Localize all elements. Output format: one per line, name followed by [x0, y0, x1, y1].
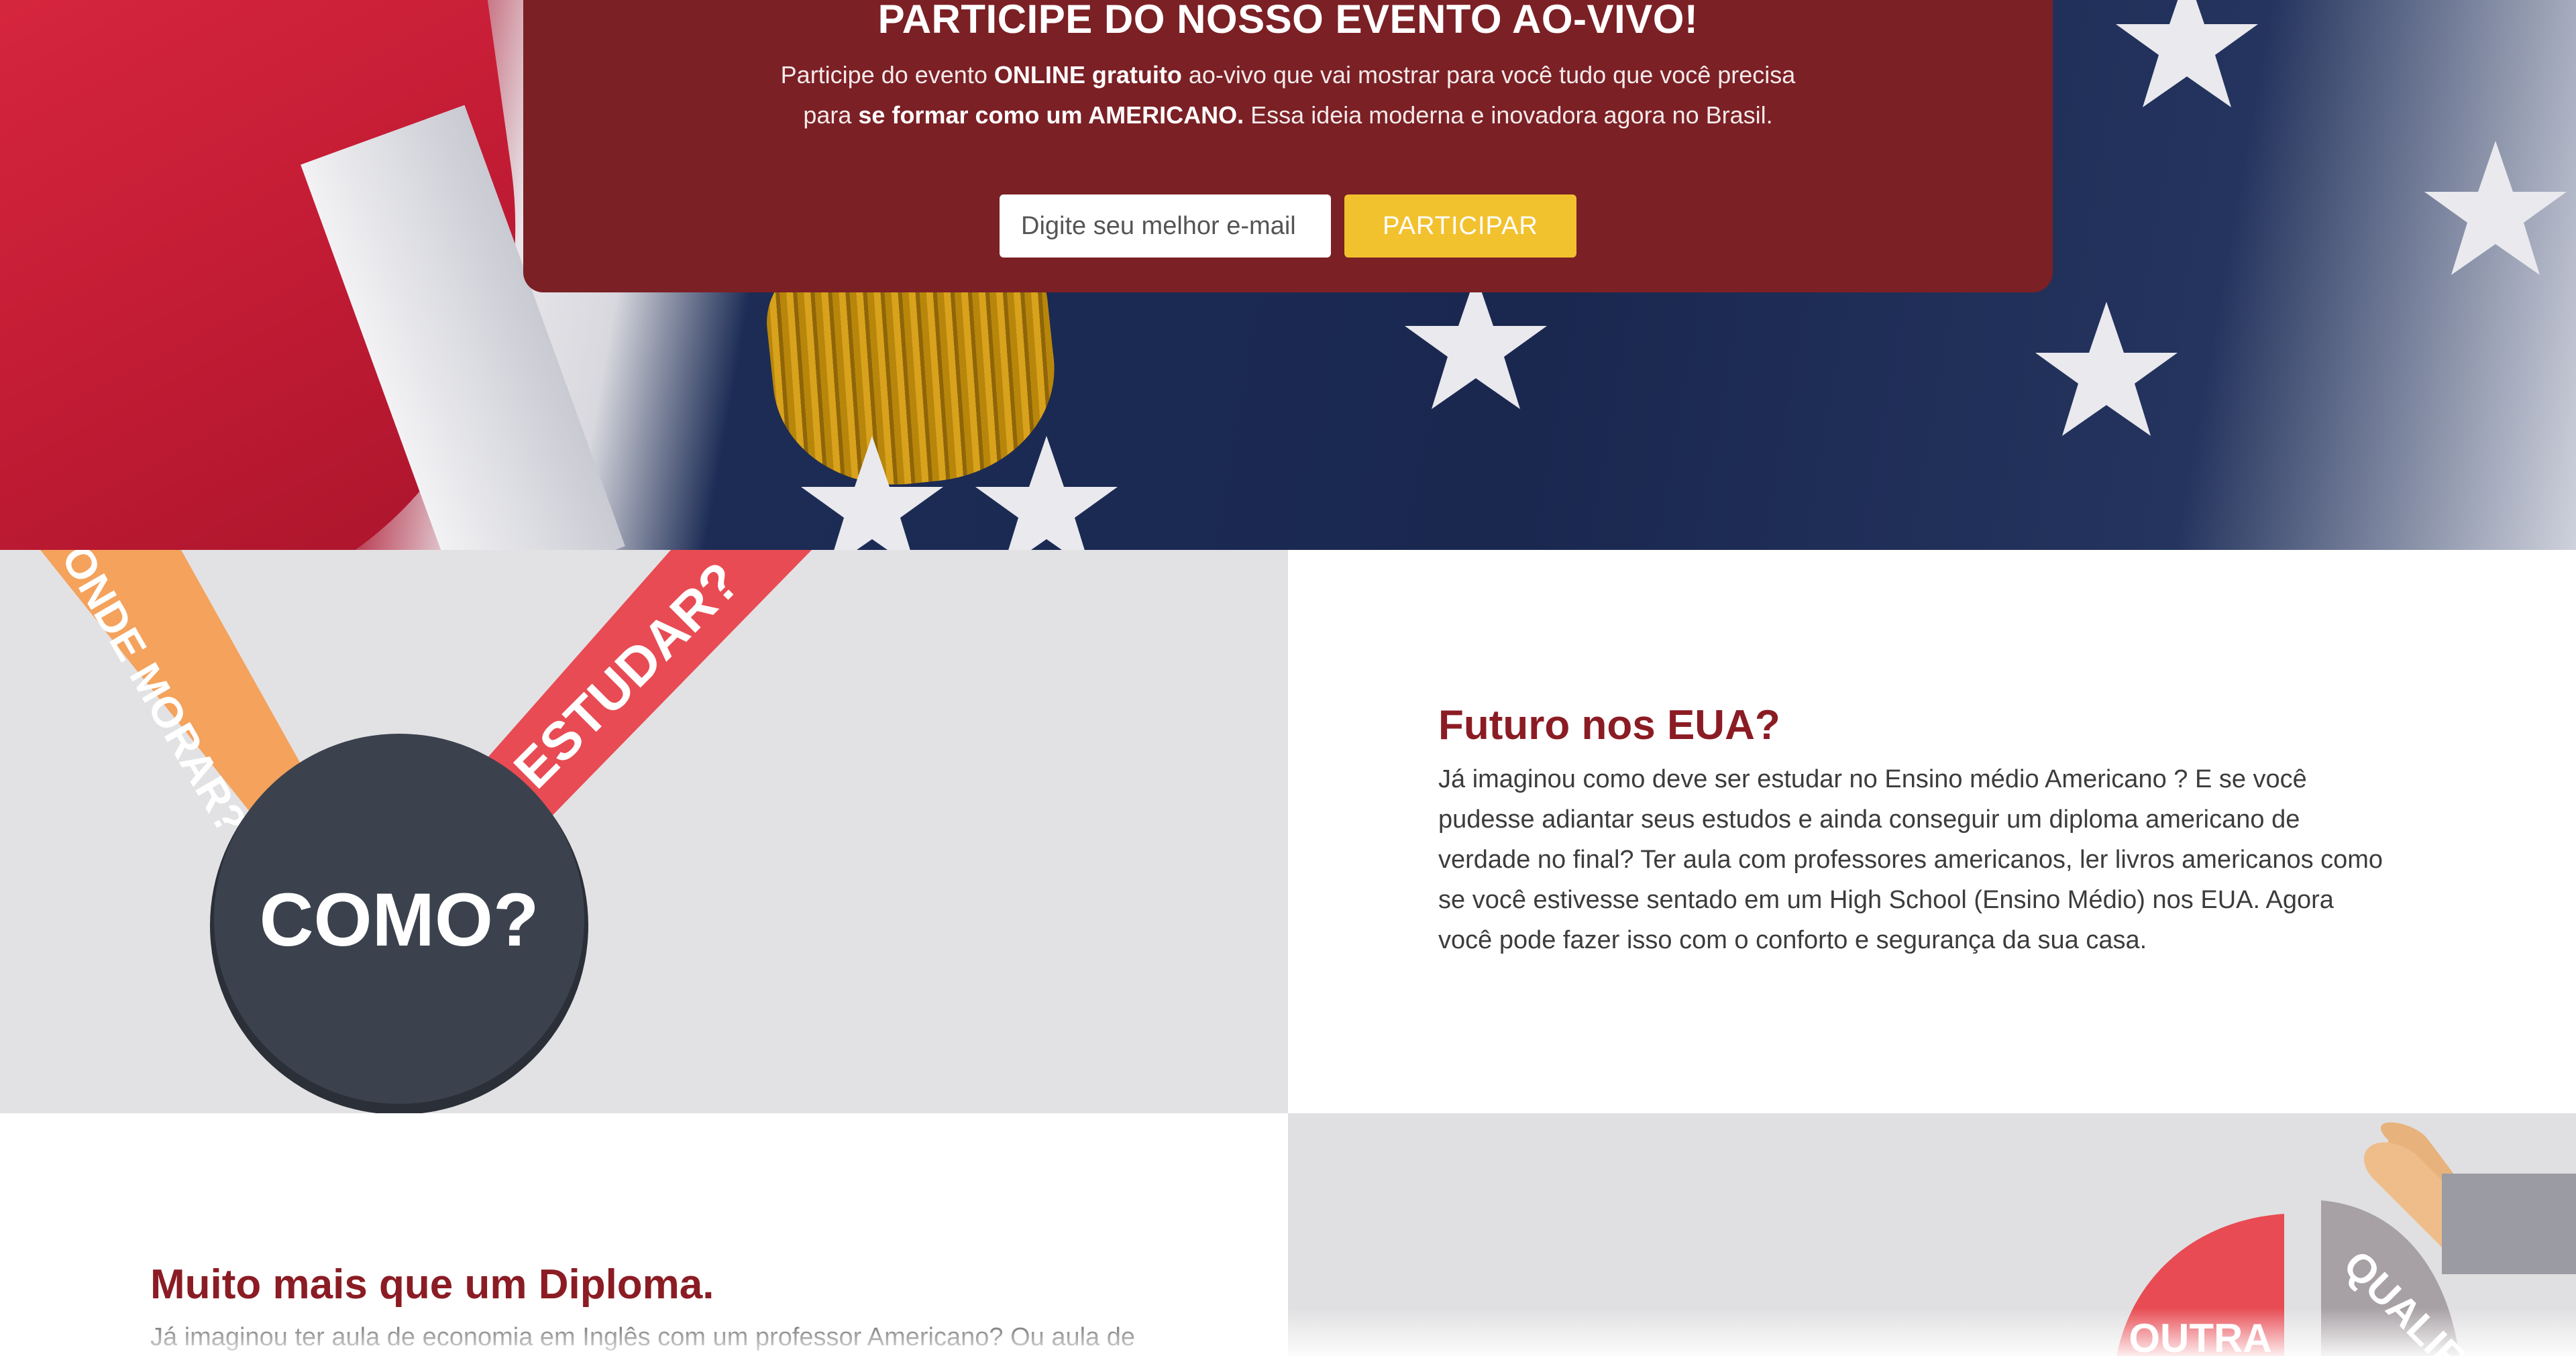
ribbon-estudar-label: ESTUDAR?: [502, 551, 751, 799]
qualificacao-illustration: OUTRA QUALIFI: [1288, 1113, 2576, 1356]
event-description: Participe do evento ONLINE gratuito ao-v…: [780, 61, 1796, 129]
como-illustration: ONDE MORAR? ESTUDAR? COMO?: [0, 550, 1288, 1113]
event-banner: PARTICIPE DO NOSSO EVENTO AO-VIVO! Parti…: [523, 0, 2053, 292]
hero-section: PARTICIPE DO NOSSO EVENTO AO-VIVO! Parti…: [0, 0, 2576, 550]
star-shape: [2116, 0, 2258, 107]
como-circle: COMO?: [210, 734, 588, 1113]
email-input[interactable]: [1000, 194, 1331, 258]
como-circle-label: COMO?: [260, 878, 539, 962]
diploma-title: Muito mais que um Diploma.: [150, 1261, 714, 1308]
futuro-title: Futuro nos EUA?: [1438, 702, 1780, 748]
diploma-section: Muito mais que um Diploma. Já imaginou t…: [0, 1113, 1288, 1356]
diploma-body: Já imaginou ter aula de economia em Ingl…: [150, 1323, 1136, 1351]
event-title: PARTICIPE DO NOSSO EVENTO AO-VIVO!: [877, 0, 1699, 42]
futuro-body: Já imaginou como deve ser estudar no Ens…: [1438, 765, 2383, 954]
red-pie-label: OUTRA: [2129, 1316, 2271, 1356]
futuro-section: Futuro nos EUA? Já imaginou como deve se…: [1288, 550, 2576, 1113]
participar-button[interactable]: PARTICIPAR: [1344, 194, 1576, 258]
red-pie-piece: OUTRA: [2116, 1214, 2284, 1356]
